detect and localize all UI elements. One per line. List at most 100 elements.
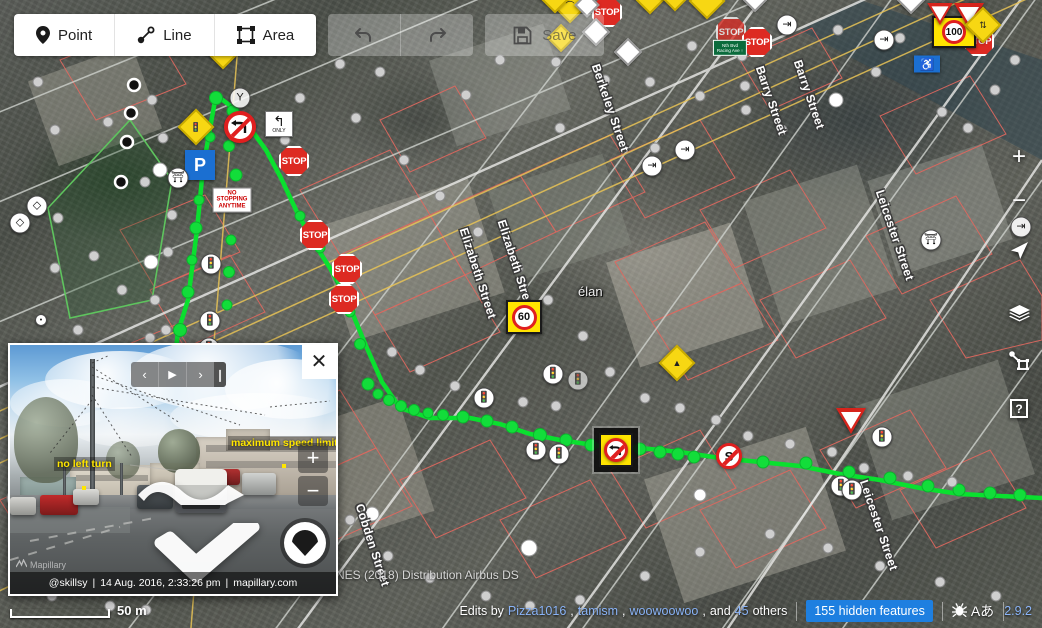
parking-sign-marker[interactable]: P <box>185 150 215 180</box>
street-name-sign-marker[interactable]: Nth Bvd Racing Ave ↑ <box>712 39 748 57</box>
traffic-signals-icon-marker[interactable]: 🚦 <box>548 443 570 465</box>
footer-tools: Aあ <box>943 601 1003 621</box>
and-label: and <box>709 604 731 618</box>
warning-sign-marker[interactable] <box>740 0 775 18</box>
warning-sign-marker[interactable] <box>656 0 701 19</box>
speed-limit-sign-marker[interactable]: 60 <box>506 300 542 334</box>
minus-icon: − <box>306 478 320 503</box>
warning-sign-marker[interactable] <box>896 0 931 20</box>
close-viewer-button[interactable]: ✕ <box>302 345 336 379</box>
zoom-out-button[interactable]: − <box>1004 186 1034 216</box>
edits-attribution: Edits by Pizza1016, tamism, woowoowoo, a… <box>459 604 788 618</box>
traffic-signals-icon-marker[interactable]: 🚦 <box>199 310 221 332</box>
next-chevron-icon: › <box>198 367 203 382</box>
save-button[interactable]: Save <box>485 14 604 56</box>
diamond-icon-marker[interactable]: ◇ <box>9 212 31 234</box>
traffic-signals-icon-marker[interactable]: 🚦 <box>542 363 564 385</box>
no-entry-sign-marker[interactable]: S <box>716 443 742 469</box>
bench-icon-marker[interactable]: ⛩ <box>167 167 189 189</box>
compass-needle-icon <box>292 530 318 556</box>
right-turn-only-sign-marker[interactable]: ↰ ONLY <box>265 111 293 137</box>
traffic-signals-icon-marker[interactable]: 🚦 <box>200 253 222 275</box>
play-sequence-button[interactable]: ▶ <box>159 362 186 387</box>
warning-sign-marker[interactable]: ⇅ <box>964 6 1009 51</box>
geolocate-button[interactable] <box>1004 238 1034 268</box>
hidden-features-button[interactable]: 155 hidden features <box>806 600 933 622</box>
disabled-parking-marker[interactable]: ♿ <box>914 55 940 73</box>
entrance-icon-marker[interactable]: ⇥ <box>776 14 798 36</box>
no-stopping-sign-marker[interactable]: NO STOPPING ANYTIME <box>212 187 252 213</box>
attrib-separator: | <box>225 577 229 589</box>
photo-author[interactable]: @skillsy <box>49 577 88 589</box>
edits-prefix: Edits by <box>459 604 504 618</box>
viewer-attribution-bar: @skillsy | 14 Aug. 2016, 2:33:26 pm | ma… <box>10 572 336 594</box>
viewer-zoom-out-button[interactable]: − <box>298 476 328 506</box>
undo-button[interactable] <box>328 14 402 56</box>
line-mode-button[interactable]: Line <box>115 14 215 56</box>
background-layers-button[interactable] <box>1004 302 1034 332</box>
stop-sign-marker[interactable]: STOP <box>329 284 359 314</box>
viewer-zoom-controls: + − <box>298 443 328 506</box>
mapillary-link[interactable]: mapillary.com <box>233 577 297 589</box>
traffic-signals-icon-marker[interactable]: 🚦 <box>841 479 863 501</box>
zoom-out-label: − <box>1011 187 1026 214</box>
traffic-signals-icon-marker[interactable]: 🚦 <box>473 387 495 409</box>
detection-label-no-left-turn[interactable]: no left turn <box>54 457 115 471</box>
point-mode-button[interactable]: Point <box>14 14 116 56</box>
editor-link-2[interactable]: tamism <box>578 604 618 618</box>
save-group: Save <box>485 14 605 56</box>
zoom-in-label: + <box>1011 143 1026 170</box>
traffic-signals-icon-marker[interactable]: 🚦 <box>567 369 589 391</box>
other-editors-count[interactable]: 45 <box>735 604 749 618</box>
map-scale-bar: 50 m <box>10 603 147 618</box>
line-mode-label: Line <box>163 26 192 44</box>
bench-icon-marker[interactable]: ⛩ <box>920 229 942 251</box>
previous-image-button[interactable]: ‹ <box>131 362 158 387</box>
others-label: others <box>752 604 788 618</box>
editor-link-3[interactable]: woowoowoo <box>630 604 699 618</box>
no-left-turn-sign-selected[interactable] <box>599 433 633 467</box>
small-node-marker[interactable]: • <box>35 314 47 326</box>
version-label[interactable]: 2.9.2 <box>1004 604 1042 618</box>
traffic-signals-icon-marker[interactable]: 🚦 <box>525 439 547 461</box>
entrance-icon-marker[interactable]: ⇥ <box>674 139 696 161</box>
area-mode-button[interactable]: Area <box>215 14 317 56</box>
sequence-handle[interactable]: ❙ <box>214 362 226 387</box>
traffic-signals-icon-marker[interactable]: Y <box>229 87 251 109</box>
stop-sign-marker[interactable]: STOP <box>332 254 362 284</box>
play-icon: ▶ <box>168 369 177 381</box>
save-disk-icon <box>513 26 532 45</box>
redo-arrow-icon <box>427 26 447 44</box>
point-mode-label: Point <box>58 26 93 44</box>
warning-sign-marker[interactable]: ⌒ <box>688 0 733 27</box>
map-data-icon <box>1009 351 1029 375</box>
stop-sign-marker[interactable]: STOP <box>279 146 309 176</box>
entrance-icon-marker[interactable]: ⇥ <box>873 29 895 51</box>
give-way-sign-marker[interactable] <box>836 408 866 434</box>
prev-chevron-icon: ‹ <box>142 367 147 382</box>
language-switcher-button[interactable]: Aあ <box>971 601 994 621</box>
attrib-separator: | <box>92 577 96 589</box>
bug-report-icon[interactable] <box>951 602 967 620</box>
traffic-signals-icon-marker[interactable]: 🚦 <box>871 426 893 448</box>
stop-sign-marker[interactable]: STOP <box>300 220 330 250</box>
help-button[interactable]: ? <box>1004 396 1034 426</box>
help-question-icon: ? <box>1010 399 1028 423</box>
area-icon <box>236 26 255 44</box>
detection-dot <box>282 464 286 468</box>
viewer-zoom-in-button[interactable]: + <box>298 443 328 473</box>
editor-link-1[interactable]: Pizza1016 <box>508 604 566 618</box>
line-icon <box>137 26 155 44</box>
viewer-bearing-compass[interactable] <box>284 522 326 564</box>
next-image-button[interactable]: › <box>187 362 214 387</box>
mapillary-photo-viewer[interactable]: no left turn maximum speed limit ‹ ▶ › ❙… <box>8 343 338 596</box>
hump-warning-sign-marker[interactable]: ▲ <box>658 344 703 389</box>
warning-sign-marker[interactable] <box>613 37 648 72</box>
zoom-in-button[interactable]: + <box>1004 142 1034 172</box>
entrance-icon-marker[interactable]: ⇥ <box>641 155 663 177</box>
handle-icon: ❙ <box>214 367 226 382</box>
no-left-turn-sign-marker[interactable] <box>224 111 256 143</box>
redo-button[interactable] <box>401 14 473 56</box>
map-data-button[interactable] <box>1004 348 1034 378</box>
mapillary-logo-icon <box>16 559 27 568</box>
